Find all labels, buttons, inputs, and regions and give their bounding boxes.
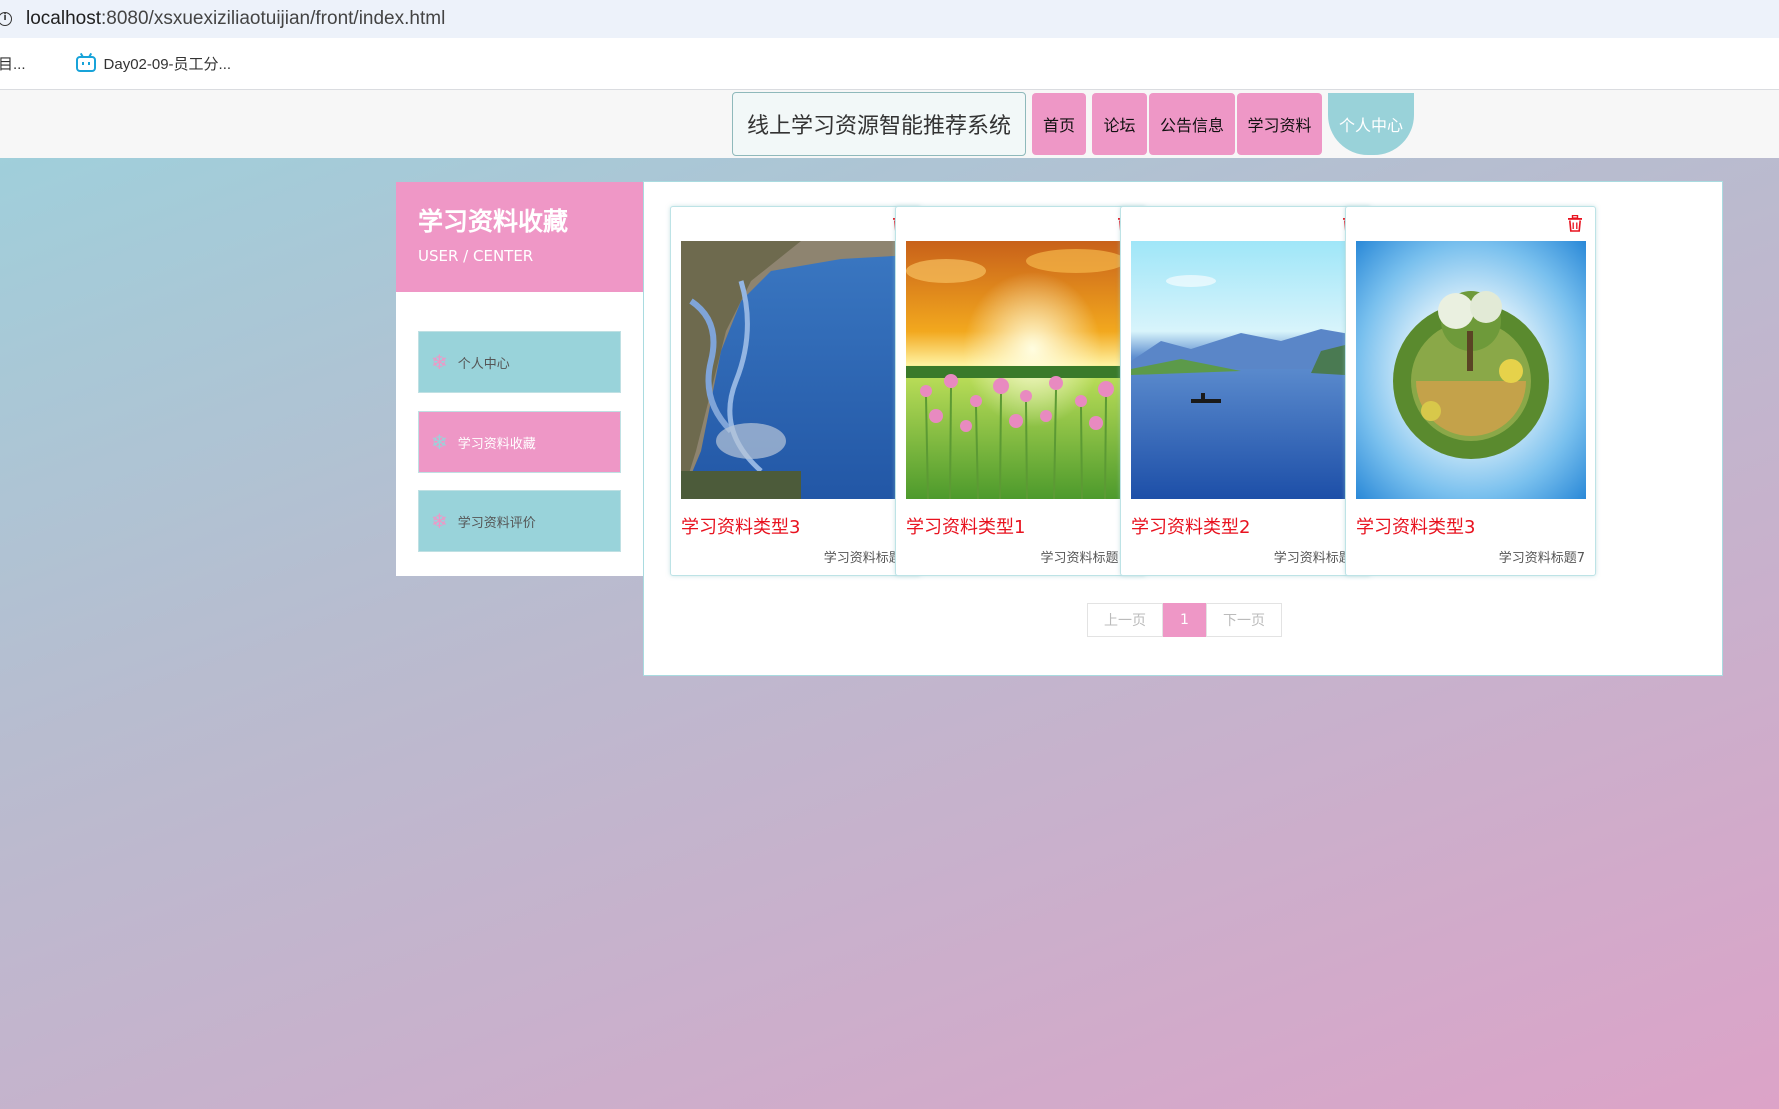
site-title: 线上学习资源智能推荐系统 (732, 92, 1026, 156)
bookmarks-bar: 目... Day02-09-员工分... (0, 38, 1779, 90)
card-image[interactable] (1356, 241, 1586, 499)
sidebar-item-favorites[interactable]: ❄ 学习资料收藏 (418, 411, 621, 473)
url-text[interactable]: localhost:8080/xsxuexiziliaotuijian/fron… (26, 8, 445, 30)
prev-page-button[interactable]: 上一页 (1087, 603, 1163, 637)
snowflake-icon: ❄ (431, 430, 448, 454)
snowflake-icon: ❄ (431, 350, 448, 374)
pagination: 上一页 1 下一页 (1087, 603, 1282, 637)
sidebar-header: 学习资料收藏 USER / CENTER (396, 182, 644, 292)
address-bar[interactable]: i localhost:8080/xsxuexiziliaotuijian/fr… (0, 0, 1779, 38)
sidebar-subtitle: USER / CENTER (418, 247, 534, 265)
card-image[interactable] (681, 241, 911, 499)
card-type: 学习资料类型3 (681, 517, 801, 538)
favorite-card[interactable]: 学习资料类型2 学习资料标题8 (1120, 206, 1371, 576)
top-navbar: 线上学习资源智能推荐系统 首页 论坛 公告信息 学习资料 个人中心 (0, 90, 1779, 158)
card-image[interactable] (1131, 241, 1361, 499)
snowflake-icon: ❄ (431, 509, 448, 533)
favorite-card[interactable]: 学习资料类型1 学习资料标题14 (895, 206, 1146, 576)
bilibili-tv-icon (75, 55, 96, 72)
user-sidebar: 学习资料收藏 USER / CENTER ❄ 个人中心 ❄ 学习资料收藏 ❄ 学… (396, 182, 644, 576)
nav-learning-materials[interactable]: 学习资料 (1237, 93, 1322, 155)
favorite-card[interactable]: 学习资料类型3 学习资料标题9 (670, 206, 921, 576)
card-type: 学习资料类型1 (906, 517, 1026, 538)
favorite-card[interactable]: 学习资料类型3 学习资料标题7 (1345, 206, 1596, 576)
next-page-button[interactable]: 下一页 (1206, 603, 1282, 637)
nav-home[interactable]: 首页 (1032, 93, 1086, 155)
card-type: 学习资料类型3 (1356, 517, 1476, 538)
card-type: 学习资料类型2 (1131, 517, 1251, 538)
favorites-panel: 学习资料类型3 学习资料标题9 学习资料类型1 学习资料标题14 学习资料类型2… (643, 181, 1723, 676)
card-title: 学习资料标题7 (1498, 551, 1585, 566)
sidebar-item-reviews[interactable]: ❄ 学习资料评价 (418, 490, 621, 552)
page-body: 线上学习资源智能推荐系统 首页 论坛 公告信息 学习资料 个人中心 学习资料收藏… (0, 90, 1779, 1109)
sidebar-item-user-center[interactable]: ❄ 个人中心 (418, 331, 621, 393)
page-number-current[interactable]: 1 (1163, 603, 1206, 637)
nav-user-center[interactable]: 个人中心 (1328, 93, 1414, 155)
nav-forum[interactable]: 论坛 (1092, 93, 1147, 155)
nav-announcements[interactable]: 公告信息 (1149, 93, 1235, 155)
bookmark-item[interactable]: 目... (0, 53, 26, 74)
site-info-icon[interactable]: i (0, 12, 12, 26)
card-image[interactable] (906, 241, 1136, 499)
bookmark-item[interactable]: Day02-09-员工分... (75, 53, 231, 74)
trash-icon[interactable] (1567, 215, 1583, 232)
sidebar-title: 学习资料收藏 (418, 207, 569, 236)
